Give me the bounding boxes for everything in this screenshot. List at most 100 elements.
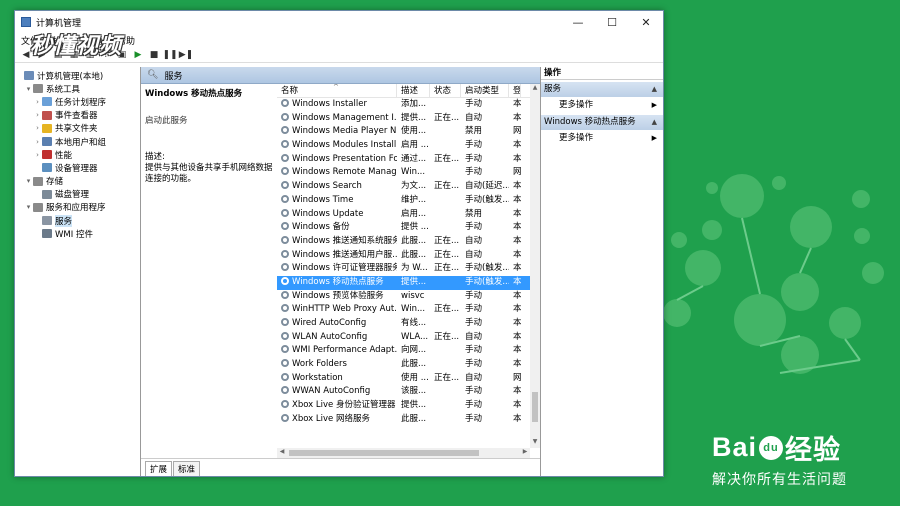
row-status: [430, 139, 461, 153]
start-service-link[interactable]: 启动此服务: [145, 116, 188, 126]
tab-standard[interactable]: 标准: [173, 461, 201, 476]
service-name: Windows 推送通知用户服...: [292, 249, 397, 260]
table-row[interactable]: Xbox Live 网络服务 此服... 手动 本: [277, 413, 540, 427]
table-row[interactable]: Work Folders 此服... 手动 本: [277, 358, 540, 372]
table-row[interactable]: Windows Remote Manag... Win... 手动 网: [277, 166, 540, 180]
row-logon: 本: [513, 386, 521, 397]
tree-node[interactable]: 磁盘管理: [15, 188, 140, 201]
tree-node[interactable]: 计算机管理(本地): [15, 69, 140, 82]
tree-node-label: 服务和应用程序: [46, 203, 106, 214]
row-description: 此服...: [401, 249, 427, 260]
row-name: Workstation: [277, 372, 397, 386]
more-actions-label: 更多操作: [559, 100, 594, 110]
tree-node[interactable]: WMI 控件: [15, 227, 140, 240]
scroll-thumb[interactable]: [532, 392, 538, 422]
table-row[interactable]: WMI Performance Adapt... 向网... 手动 本: [277, 344, 540, 358]
column-status[interactable]: 状态: [430, 84, 461, 97]
computer-icon: [24, 71, 34, 81]
tree-node[interactable]: ▾ 存储: [15, 175, 140, 188]
actions-section-selected-service[interactable]: Windows 移动热点服务 ▲: [541, 115, 663, 130]
expand-arrow-icon[interactable]: ▾: [24, 177, 33, 185]
table-row[interactable]: WLAN AutoConfig WLA... 正在... 自动 本: [277, 331, 540, 345]
expand-arrow-icon[interactable]: ›: [33, 98, 42, 106]
table-row[interactable]: Windows 推送通知用户服... 此服... 正在... 自动 本: [277, 249, 540, 263]
storage-icon: [33, 176, 43, 186]
minimize-icon[interactable]: —: [561, 11, 595, 33]
service-name: Windows Remote Manag...: [292, 167, 397, 178]
table-row[interactable]: Windows 推送通知系统服务 此服... 正在... 自动 本: [277, 235, 540, 249]
table-row[interactable]: Windows Modules Install... 启用 ... 手动 本: [277, 139, 540, 153]
sort-arrow-icon: ^: [333, 84, 339, 91]
play-icon[interactable]: ▶: [131, 48, 145, 61]
column-description[interactable]: 描述: [397, 84, 430, 97]
tab-extended[interactable]: 扩展: [145, 461, 173, 476]
gear-icon: [281, 304, 289, 313]
row-status: 正在...: [434, 331, 460, 342]
table-row[interactable]: Windows Update 启用... 禁用 本: [277, 208, 540, 222]
collapse-icon[interactable]: ▲: [652, 115, 657, 130]
table-row[interactable]: Windows 备份 提供 ... 手动 本: [277, 221, 540, 235]
more-actions-item[interactable]: 更多操作 ▶: [541, 97, 663, 113]
horizontal-scroll-thumb[interactable]: [289, 450, 479, 456]
row-logon: 本: [513, 194, 521, 205]
expand-arrow-icon[interactable]: ›: [33, 124, 42, 132]
tree-node[interactable]: 设备管理器: [15, 161, 140, 174]
collapse-icon[interactable]: ▲: [652, 82, 657, 97]
expand-arrow-icon[interactable]: ▾: [24, 85, 33, 93]
tree-node-label: WMI 控件: [55, 229, 93, 240]
expand-arrow-icon[interactable]: ›: [33, 138, 42, 146]
scroll-left-icon[interactable]: ◀: [277, 448, 287, 458]
close-icon[interactable]: ✕: [629, 11, 663, 33]
table-row[interactable]: Workstation 使用 ... 正在... 自动 网: [277, 372, 540, 386]
table-row[interactable]: Windows 移动热点服务 提供... 手动(触发... 本: [277, 275, 540, 290]
tree-node[interactable]: › 本地用户和组: [15, 135, 140, 148]
row-name: Windows 推送通知用户服...: [277, 249, 397, 263]
tree-node[interactable]: › 任务计划程序: [15, 95, 140, 108]
tree-node[interactable]: ▾ 系统工具: [15, 82, 140, 95]
expand-arrow-icon[interactable]: ›: [33, 111, 42, 119]
table-row[interactable]: Xbox Live 身份验证管理器 提供... 手动 本: [277, 399, 540, 413]
expand-arrow-icon[interactable]: ▾: [24, 203, 33, 211]
table-row[interactable]: Windows Time 维护... 手动(触发... 本: [277, 194, 540, 208]
table-row[interactable]: WinHTTP Web Proxy Aut... Win... 正在... 手动 本: [277, 303, 540, 317]
row-logon: 本: [513, 263, 521, 274]
row-description: 启用...: [401, 208, 427, 219]
row-name: Windows Media Player N...: [277, 125, 397, 139]
table-row[interactable]: Windows Management I... 提供... 正在... 自动 本: [277, 112, 540, 126]
tree-node[interactable]: › 性能: [15, 148, 140, 161]
row-startup-type: 手动: [465, 318, 483, 328]
horizontal-scrollbar[interactable]: ◀ ▶: [277, 448, 530, 458]
restart-icon[interactable]: ▶❚: [179, 48, 193, 61]
services-pane: 🔍︎ 服务 Windows 移动热点服务 启动此服务 描述: 提供与其他设备共享…: [141, 67, 541, 476]
service-detail-panel: Windows 移动热点服务 启动此服务 描述: 提供与其他设备共享手机网络数据…: [141, 84, 277, 458]
column-logon[interactable]: 登: [509, 84, 521, 97]
gear-icon: [281, 112, 289, 121]
scroll-right-icon[interactable]: ▶: [520, 448, 530, 458]
vertical-scrollbar[interactable]: ▲ ▼: [530, 84, 540, 448]
table-row[interactable]: Windows Media Player N... 使用... 禁用 网: [277, 125, 540, 139]
table-row[interactable]: WWAN AutoConfig 该服... 手动 本: [277, 385, 540, 399]
tree-node[interactable]: 服务: [15, 214, 140, 227]
table-row[interactable]: Windows Search 为文... 正在... 自动(延迟... 本: [277, 180, 540, 194]
table-row[interactable]: Windows 许可证管理器服务为 W... 正在... 手动(触发... 本: [277, 262, 540, 276]
scroll-down-icon[interactable]: ▼: [530, 438, 540, 448]
column-startup-type[interactable]: 启动类型: [461, 84, 509, 97]
pause-icon[interactable]: ❚❚: [162, 48, 177, 61]
row-startup-type: 手动: [465, 359, 483, 370]
actions-section-services[interactable]: 服务 ▲: [541, 82, 663, 97]
tree-node[interactable]: › 共享文件夹: [15, 122, 140, 135]
table-row[interactable]: Wired AutoConfig 有线... 手动 本: [277, 317, 540, 331]
more-actions-item[interactable]: 更多操作 ▶: [541, 130, 663, 146]
expand-arrow-icon[interactable]: ›: [33, 151, 42, 159]
stop-icon[interactable]: ■: [147, 48, 161, 61]
gear-icon: [281, 167, 289, 176]
scroll-up-icon[interactable]: ▲: [530, 84, 540, 94]
tree-node[interactable]: ▾ 服务和应用程序: [15, 201, 140, 214]
table-row[interactable]: Windows 预览体验服务 wisvc 手动 本: [277, 290, 540, 304]
tree-node[interactable]: › 事件查看器: [15, 109, 140, 122]
maximize-icon[interactable]: ☐: [595, 11, 629, 33]
table-row[interactable]: Windows Presentation Fo... 通过... 正在... 手动 本: [277, 153, 540, 167]
row-startup-type: 手动: [465, 290, 483, 301]
table-row[interactable]: Windows Installer 添加... 手动 本: [277, 98, 540, 112]
row-description: 使用...: [401, 126, 427, 137]
